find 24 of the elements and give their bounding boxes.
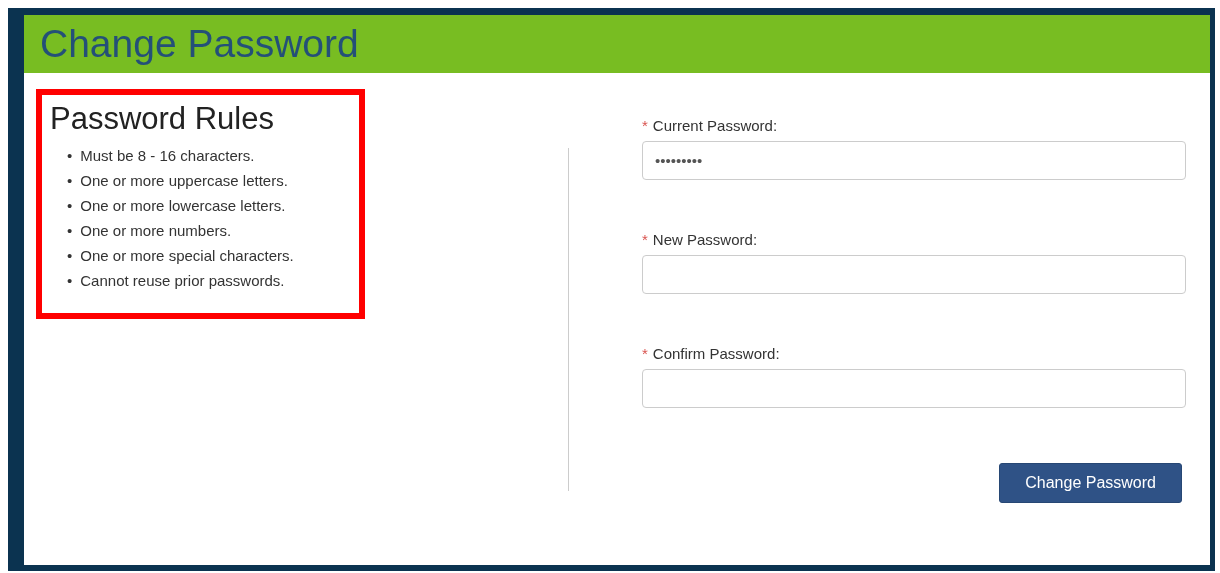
field-label: Current Password: bbox=[652, 117, 778, 134]
bullet: • bbox=[67, 246, 73, 266]
rule-item: One or more numbers. bbox=[80, 221, 232, 241]
rule-item: One or more special characters. bbox=[80, 246, 294, 266]
rule-item: Must be 8 - 16 characters. bbox=[80, 146, 255, 166]
bullet: • bbox=[67, 196, 73, 216]
bullet: • bbox=[67, 171, 73, 191]
bullet: • bbox=[67, 146, 73, 166]
change-password-button[interactable]: Change Password bbox=[999, 463, 1182, 503]
rule-item: Cannot reuse prior passwords. bbox=[80, 271, 285, 291]
input-field[interactable]: ••••••••• bbox=[642, 141, 1186, 180]
page-title: Change Password bbox=[40, 22, 359, 66]
input-field[interactable] bbox=[642, 369, 1186, 408]
bullet: • bbox=[67, 221, 73, 241]
input-field[interactable] bbox=[642, 255, 1186, 294]
field-label: New Password: bbox=[652, 231, 758, 248]
rule-item: One or more lowercase letters. bbox=[80, 196, 286, 216]
bullet: • bbox=[67, 271, 73, 291]
rules-heading: Password Rules bbox=[50, 101, 275, 137]
required-asterisk: * bbox=[642, 345, 648, 362]
required-asterisk: * bbox=[642, 231, 648, 248]
required-asterisk: * bbox=[642, 117, 648, 134]
rule-item: One or more uppercase letters. bbox=[80, 171, 288, 191]
field-label: Confirm Password: bbox=[652, 345, 780, 362]
